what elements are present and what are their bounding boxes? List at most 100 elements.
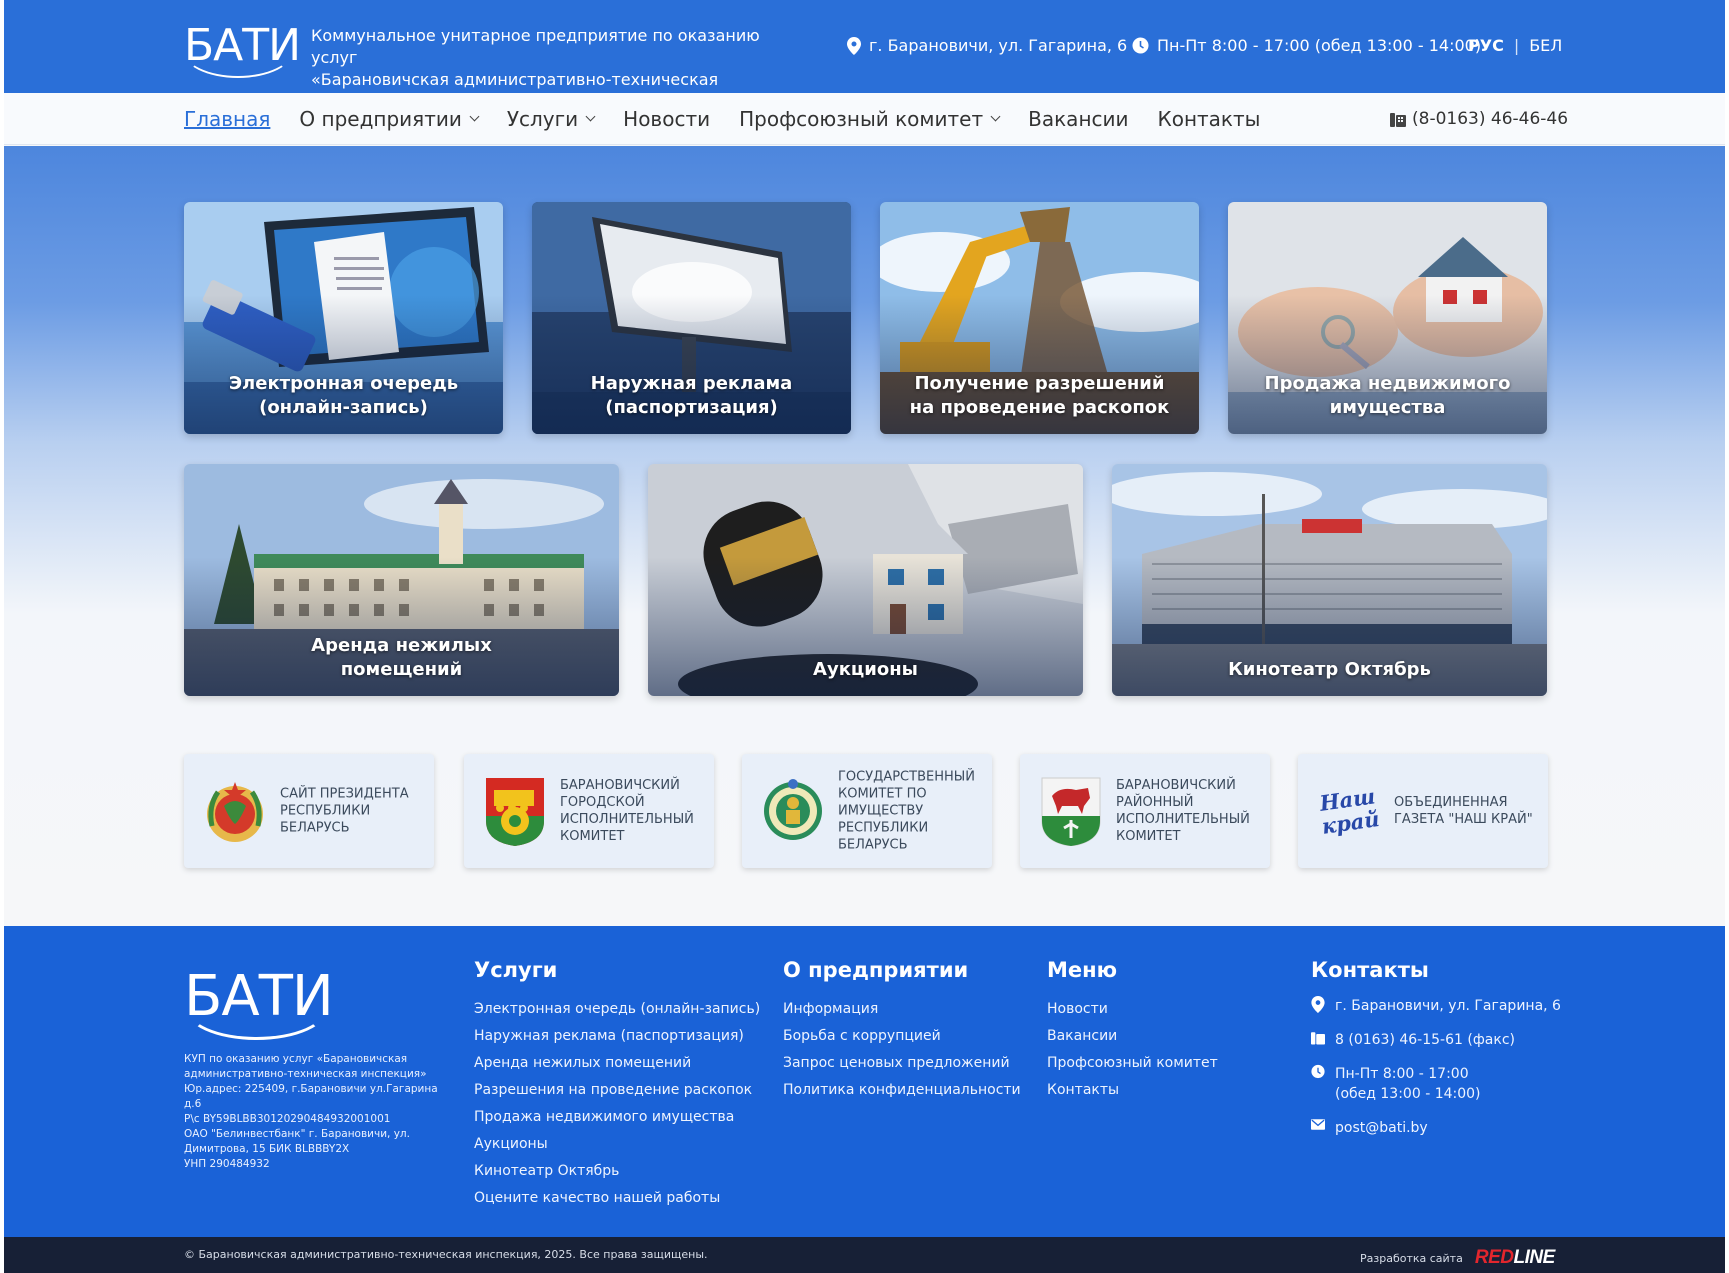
property-committee-emblem-icon [764, 779, 822, 840]
footer-link[interactable]: Запрос ценовых предложений [783, 1050, 1021, 1077]
nav-item-trade-union-label: Профсоюзный комитет [739, 107, 984, 131]
header-hours-text: Пн-Пт 8:00 - 17:00 (обед 13:00 - 14:00) [1157, 36, 1482, 55]
district-coat-of-arms-icon [1041, 777, 1101, 846]
nav-item-trade-union[interactable]: Профсоюзный комитет [739, 107, 1001, 131]
partner-president-site[interactable]: Сайт Президента Республики Беларусь [184, 754, 434, 868]
requisites-line: административно-техническая инспекция» [184, 1068, 427, 1080]
footer-contacts-column: Контакты г. Барановичи, ул. Гагарина, 6 … [1311, 958, 1561, 1152]
page: БАТИ Коммунальное унитарное предприятие … [4, 0, 1725, 1273]
developer-label: Разработка сайта [1360, 1251, 1463, 1265]
header-phone-text: (8-0163) 46-46-46 [1412, 109, 1569, 129]
organization-name-line1: Коммунальное унитарное предприятие по ок… [311, 26, 760, 67]
footer-link[interactable]: Оцените качество нашей работы [474, 1185, 760, 1212]
footer-logo-swoosh [184, 974, 329, 1040]
footer-link[interactable]: Кинотеатр Октябрь [474, 1158, 760, 1185]
developer-credit[interactable]: Разработка сайта REDLINE [1360, 1247, 1555, 1269]
service-card-title: Кинотеатр Октябрь [1122, 658, 1537, 682]
footer-logo[interactable]: БАТИ [184, 964, 334, 1040]
service-card-title-line2: Аукционы [813, 659, 918, 680]
nav-item-news[interactable]: Новости [623, 107, 710, 131]
copyright-text: © Барановичская административно-техничес… [184, 1248, 708, 1261]
footer-link[interactable]: Борьба с коррупцией [783, 1023, 1021, 1050]
footer-menu-column: Меню Новости Вакансии Профсоюзный комите… [1047, 958, 1218, 1104]
service-card-title-line1: Электронная очередь [228, 373, 459, 394]
service-card-title: Аукционы [658, 658, 1073, 682]
partner-text: Объединенная газета "Наш край" [1394, 795, 1533, 827]
nav-item-services[interactable]: Услуги [507, 107, 596, 131]
service-card-excavation-permits[interactable]: Получение разрешений на проведение раскоп… [880, 202, 1199, 434]
footer-link[interactable]: Вакансии [1047, 1023, 1218, 1050]
service-card-title-line1: Наружная реклама [590, 373, 793, 394]
partner-text: Государственный комитет по имуществу Рес… [838, 769, 975, 853]
logo-swoosh [182, 22, 294, 78]
lang-bel[interactable]: БЕЛ [1529, 36, 1562, 55]
footer-link[interactable]: Наружная реклама (паспортизация) [474, 1023, 760, 1050]
requisites-line: Юр.адрес: 225409, г.Барановичи ул.Гагари… [184, 1083, 438, 1110]
service-card-title-line2: (онлайн-запись) [259, 397, 428, 418]
service-card-title: Электронная очередь (онлайн-запись) [194, 372, 493, 420]
footer-services-column: Услуги Электронная очередь (онлайн-запис… [474, 958, 760, 1212]
header-phone[interactable]: (8-0163) 46-46-46 [1390, 109, 1568, 129]
footer-link[interactable]: Новости [1047, 996, 1218, 1023]
footer-link[interactable]: Разрешения на проведение раскопок [474, 1077, 760, 1104]
phone-icon [1390, 113, 1406, 127]
mail-icon [1311, 1119, 1325, 1130]
footer-address-text: г. Барановичи, ул. Гагарина, 6 [1335, 998, 1561, 1014]
service-card-rent[interactable]: Аренда нежилых помещений [184, 464, 619, 696]
service-card-title-line1: Получение разрешений [914, 373, 1165, 394]
redline-logo-white: LINE [1513, 1247, 1555, 1268]
footer-email[interactable]: post@bati.by [1311, 1118, 1561, 1138]
service-card-outdoor-ads[interactable]: Наружная реклама (паспортизация) [532, 202, 851, 434]
partner-district-executive-committee[interactable]: Барановичский районный исполнительный ко… [1020, 754, 1270, 868]
footer-menu-title: Меню [1047, 958, 1118, 982]
footer-link[interactable]: Продажа недвижимого имущества [474, 1104, 760, 1131]
footer-email-text: post@bati.by [1335, 1120, 1428, 1136]
partner-city-executive-committee[interactable]: Барановичский городской исполнительный к… [464, 754, 714, 868]
nav-item-vacancies[interactable]: Вакансии [1028, 107, 1128, 131]
nav-item-news-label: Новости [623, 107, 711, 131]
footer-hours: Пн-Пт 8:00 - 17:00 (обед 13:00 - 14:00) [1311, 1064, 1561, 1104]
footer-link[interactable]: Аренда нежилых помещений [474, 1050, 760, 1077]
footer-link[interactable]: Политика конфиденциальности [783, 1077, 1021, 1104]
phone-icon [1311, 1032, 1325, 1045]
chevron-down-icon [469, 111, 480, 122]
nav-item-vacancies-label: Вакансии [1028, 107, 1129, 131]
copyright-bar: © Барановичская административно-техничес… [4, 1237, 1725, 1273]
nav-item-home[interactable]: Главная [184, 107, 270, 131]
footer-services-title: Услуги [474, 958, 558, 982]
service-card-auctions[interactable]: Аукционы [648, 464, 1083, 696]
footer-hours-line2: (обед 13:00 - 14:00) [1335, 1086, 1481, 1102]
footer-phone[interactable]: 8 (0163) 46-15-61 (факс) [1311, 1030, 1561, 1050]
service-card-cinema[interactable]: Кинотеатр Октябрь [1112, 464, 1547, 696]
clock-icon [1311, 1064, 1325, 1079]
partner-text: Барановичский городской исполнительный к… [560, 778, 694, 844]
requisites-line: УНП 290484932 [184, 1158, 270, 1170]
partner-nash-krai-newspaper[interactable]: Наш край Объединенная газета "Наш край" [1298, 754, 1548, 868]
footer-address: г. Барановичи, ул. Гагарина, 6 [1311, 996, 1561, 1016]
footer-link[interactable]: Электронная очередь (онлайн-запись) [474, 996, 760, 1023]
partner-text: Барановичский районный исполнительный ко… [1116, 778, 1250, 844]
footer-link[interactable]: Аукционы [474, 1131, 760, 1158]
footer: БАТИ КУП по оказанию услуг «Барановичска… [4, 926, 1725, 1237]
lang-rus[interactable]: РУС [1468, 36, 1504, 55]
nav-item-contacts[interactable]: Контакты [1158, 107, 1261, 131]
footer-link[interactable]: Информация [783, 996, 1021, 1023]
service-card-title: Продажа недвижимого имущества [1238, 372, 1537, 420]
service-card-title: Получение разрешений на проведение раскоп… [890, 372, 1189, 420]
belarus-emblem-icon [207, 782, 263, 842]
nash-krai-logo-text: Наш край [1318, 783, 1381, 839]
service-card-real-estate-sale[interactable]: Продажа недвижимого имущества [1228, 202, 1547, 434]
site-logo[interactable]: БАТИ [182, 18, 301, 78]
footer-contacts-title: Контакты [1311, 958, 1429, 982]
footer-link[interactable]: Контакты [1047, 1077, 1218, 1104]
nav-item-about[interactable]: О предприятии [299, 107, 480, 131]
requisites-line: КУП по оказанию услуг «Барановичская [184, 1053, 408, 1065]
nav-item-about-label: О предприятии [299, 107, 462, 131]
city-coat-of-arms-icon [486, 778, 544, 846]
service-card-title-line1: Аренда нежилых [311, 635, 492, 656]
footer-link[interactable]: Профсоюзный комитет [1047, 1050, 1218, 1077]
partner-state-property-committee[interactable]: Государственный комитет по имуществу Рес… [742, 754, 992, 868]
requisites-line: Димитрова, 15 БИК BLBBBY2X [184, 1143, 350, 1155]
footer-hours-line1: Пн-Пт 8:00 - 17:00 [1335, 1066, 1469, 1082]
service-card-electronic-queue[interactable]: Электронная очередь (онлайн-запись) [184, 202, 503, 434]
